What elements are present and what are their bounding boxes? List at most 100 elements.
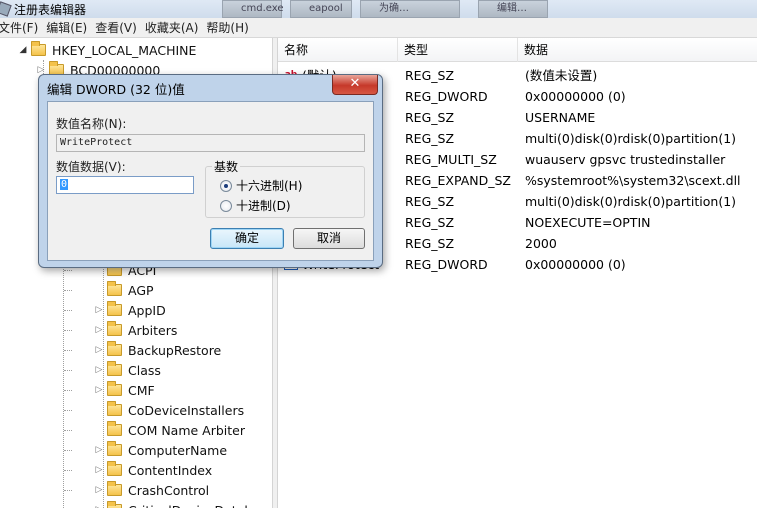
title-bar: 注册表编辑器 cmd.exe eapool 为确… 编辑… <box>0 0 757 18</box>
folder-icon <box>107 301 122 316</box>
collapsed-arrow-icon[interactable]: ▷ <box>94 465 104 475</box>
tree-item-subkey[interactable]: ▷ CMF <box>94 380 155 400</box>
tree-item-label: Class <box>128 362 161 378</box>
tree-guide-line <box>64 430 72 431</box>
tree-item-label: Arbiters <box>128 322 178 338</box>
value-data-input[interactable]: 0 <box>56 176 194 194</box>
column-header-data[interactable]: 数据 <box>518 38 757 62</box>
value-data-cell: USERNAME <box>525 110 596 125</box>
folder-icon <box>107 401 122 416</box>
value-type-cell: REG_DWORD <box>405 257 488 272</box>
menu-favorites[interactable]: 收藏夹(A) <box>145 19 207 36</box>
menu-help[interactable]: 帮助(H) <box>206 19 256 36</box>
tree-guide-line <box>64 410 72 411</box>
tree-item-subkey[interactable]: CoDeviceInstallers <box>94 400 244 420</box>
tree-item-subkey[interactable]: ▷ BackupRestore <box>94 340 221 360</box>
ok-button[interactable]: 确定 <box>210 228 284 249</box>
collapsed-arrow-icon[interactable]: ▷ <box>94 445 104 455</box>
tree-item-label: CriticalDeviceDatabase <box>128 503 272 508</box>
folder-icon <box>107 341 122 356</box>
value-type-cell: REG_SZ <box>405 68 455 83</box>
folder-icon <box>107 381 122 396</box>
tree-item-subkey[interactable]: ▷ Arbiters <box>94 320 177 340</box>
tree-item-subkey[interactable]: ▷ Class <box>94 360 161 380</box>
dialog-title: 编辑 DWORD (32 位)值 <box>47 82 185 97</box>
tree-item-subkey[interactable]: COM Name Arbiter <box>94 420 245 440</box>
expanded-arrow-icon[interactable]: ◢ <box>18 45 28 55</box>
tree-item-label: BackupRestore <box>128 342 222 358</box>
list-header: 名称 类型 数据 <box>278 38 757 62</box>
collapsed-arrow-icon[interactable]: ▷ <box>94 325 104 335</box>
menu-edit[interactable]: 编辑(E) <box>46 19 95 36</box>
tree-item-subkey[interactable]: ▷ ComputerName <box>94 440 227 460</box>
tree-guide-line <box>64 290 72 291</box>
menu-view[interactable]: 查看(V) <box>95 19 145 36</box>
tree-guide-line <box>64 370 72 371</box>
tree-item-label: AppID <box>128 302 166 318</box>
value-type-cell: REG_SZ <box>405 131 455 146</box>
regedit-app-icon <box>0 1 12 17</box>
background-window-tab[interactable]: eapool <box>290 0 352 18</box>
value-type-cell: REG_EXPAND_SZ <box>405 173 511 188</box>
dialog-body: 数值名称(N): WriteProtect 数值数据(V): 0 基数 十六进制… <box>47 101 374 261</box>
value-data-cell: 0x00000000 (0) <box>525 257 626 272</box>
value-type-cell: REG_MULTI_SZ <box>405 152 497 167</box>
radio-hexadecimal[interactable]: 十六进制(H) <box>220 177 302 194</box>
cancel-button[interactable]: 取消 <box>293 228 365 249</box>
folder-icon <box>107 501 122 508</box>
folder-icon <box>107 281 122 296</box>
tree-item-label: CoDeviceInstallers <box>128 402 245 418</box>
value-type-cell: REG_SZ <box>405 194 455 209</box>
folder-icon <box>107 441 122 456</box>
tree-item-subkey[interactable]: ▷ ContentIndex <box>94 460 212 480</box>
tree-item-label: ComputerName <box>128 442 228 458</box>
tree-item-subkey[interactable]: ▷ AppID <box>94 300 166 320</box>
column-header-name[interactable]: 名称 <box>278 38 398 62</box>
value-data-label: 数值数据(V): <box>56 160 126 174</box>
tree-item-label: CrashControl <box>128 482 210 498</box>
value-data-cell: 2000 <box>525 236 557 251</box>
tree-guide-line <box>64 270 72 271</box>
tree-item-hklm[interactable]: ◢ HKEY_LOCAL_MACHINE <box>18 40 196 60</box>
value-name-label: 数值名称(N): <box>56 117 127 131</box>
radio-decimal[interactable]: 十进制(D) <box>220 197 291 214</box>
radio-unchecked-icon[interactable] <box>220 199 232 212</box>
tree-item-subkey[interactable]: ▷ CrashControl <box>94 480 209 500</box>
menu-bar: 文件(F) 编辑(E) 查看(V) 收藏夹(A) 帮助(H) <box>0 18 757 38</box>
value-data-cell: 0x00000000 (0) <box>525 89 626 104</box>
collapsed-arrow-icon[interactable]: ▷ <box>94 305 104 315</box>
tree-item-label: CMF <box>128 382 155 398</box>
tree-item-subkey[interactable]: ▷CriticalDeviceDatabase <box>94 500 272 508</box>
background-window-tab[interactable]: cmd.exe <box>222 0 284 18</box>
value-data-cell: (数值未设置) <box>525 68 598 83</box>
collapsed-arrow-icon[interactable]: ▷ <box>94 485 104 495</box>
menu-file[interactable]: 文件(F) <box>0 19 46 36</box>
background-window-tab[interactable]: 为确… <box>360 0 460 18</box>
base-group-title: 基数 <box>212 158 241 175</box>
folder-icon <box>31 41 46 56</box>
edit-dword-dialog: 编辑 DWORD (32 位)值 ✕ 数值名称(N): WriteProtect… <box>38 74 383 268</box>
tree-guide-line <box>64 350 72 351</box>
folder-icon <box>107 321 122 336</box>
tree-guide-line <box>64 390 72 391</box>
folder-icon <box>107 461 122 476</box>
collapsed-arrow-icon[interactable]: ▷ <box>94 345 104 355</box>
tree-guide-line <box>64 490 72 491</box>
folder-icon <box>107 421 122 436</box>
close-icon[interactable]: ✕ <box>332 75 378 95</box>
column-header-type[interactable]: 类型 <box>398 38 518 62</box>
value-data-cell: %systemroot%\system32\scext.dll <box>525 173 741 188</box>
tree-guide-line <box>64 310 72 311</box>
tree-guide-line <box>64 450 72 451</box>
value-data-cell: NOEXECUTE=OPTIN <box>525 215 651 230</box>
radio-checked-icon[interactable] <box>220 179 232 192</box>
value-type-cell: REG_SZ <box>405 110 455 125</box>
tree-guide-line <box>64 470 72 471</box>
tree-item-subkey[interactable]: AGP <box>94 280 154 300</box>
background-window-tab[interactable]: 编辑… <box>478 0 548 18</box>
collapsed-arrow-icon[interactable]: ▷ <box>94 385 104 395</box>
collapsed-arrow-icon[interactable]: ▷ <box>94 365 104 375</box>
value-data-cell: wuauserv gpsvc trustedinstaller <box>525 152 726 167</box>
value-data-cell: multi(0)disk(0)rdisk(0)partition(1) <box>525 131 737 146</box>
value-data-text: 0 <box>60 179 69 190</box>
